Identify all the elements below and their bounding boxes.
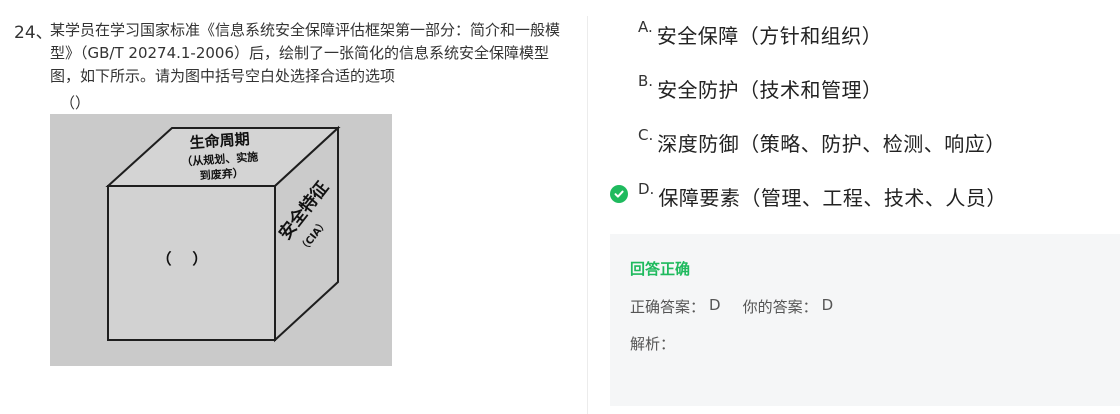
check-circle-icon <box>610 185 628 203</box>
option-b-letter: B. <box>638 72 654 90</box>
cube-diagram-image: 生命周期 （从规划、实施 到废弃） 安全特征 （CIA） （ ） <box>50 114 392 366</box>
question-text: 某学员在学习国家标准《信息系统安全保障评估框架第一部分：简介和一般模型》（GB/… <box>50 21 561 85</box>
option-b-text: 安全防护（技术和管理） <box>657 78 883 102</box>
your-answer-value: D <box>821 296 834 314</box>
your-answer-label: 你的答案： <box>742 298 818 316</box>
correct-answer-value: D <box>709 296 721 314</box>
option-d-text: 保障要素（管理、工程、技术、人员） <box>658 186 1007 210</box>
correct-answer-label: 正确答案： <box>630 298 706 316</box>
answer-feedback-box: 回答正确 正确答案： D 你的答案： D 解析： <box>610 234 1120 406</box>
option-a[interactable]: A. 安全保障（方针和组织） <box>638 18 883 49</box>
answer-row: 正确答案： D 你的答案： D <box>630 296 833 317</box>
option-d-letter: D. <box>638 180 655 198</box>
option-c-letter: C. <box>638 126 654 144</box>
option-c[interactable]: C. 深度防御（策略、防护、检测、响应） <box>638 126 1006 157</box>
option-b[interactable]: B. 安全防护（技术和管理） <box>638 72 883 103</box>
question-blank: （） <box>60 94 91 112</box>
option-d[interactable]: D. 保障要素（管理、工程、技术、人员） <box>638 180 1007 211</box>
option-a-letter: A. <box>638 18 653 36</box>
option-a-text: 安全保障（方针和组织） <box>656 24 883 48</box>
cube-front-blank: （ ） <box>157 250 208 268</box>
question-number: 24、 <box>14 23 53 43</box>
question-panel: 24、 某学员在学习国家标准《信息系统安全保障评估框架第一部分：简介和一般模型》… <box>0 0 587 414</box>
options-panel: A. 安全保障（方针和组织） B. 安全防护（技术和管理） C. 深度防御（策略… <box>588 0 1120 414</box>
option-c-text: 深度防御（策略、防护、检测、响应） <box>657 132 1006 156</box>
explanation-label: 解析： <box>630 335 676 353</box>
answer-status: 回答正确 <box>630 260 691 278</box>
